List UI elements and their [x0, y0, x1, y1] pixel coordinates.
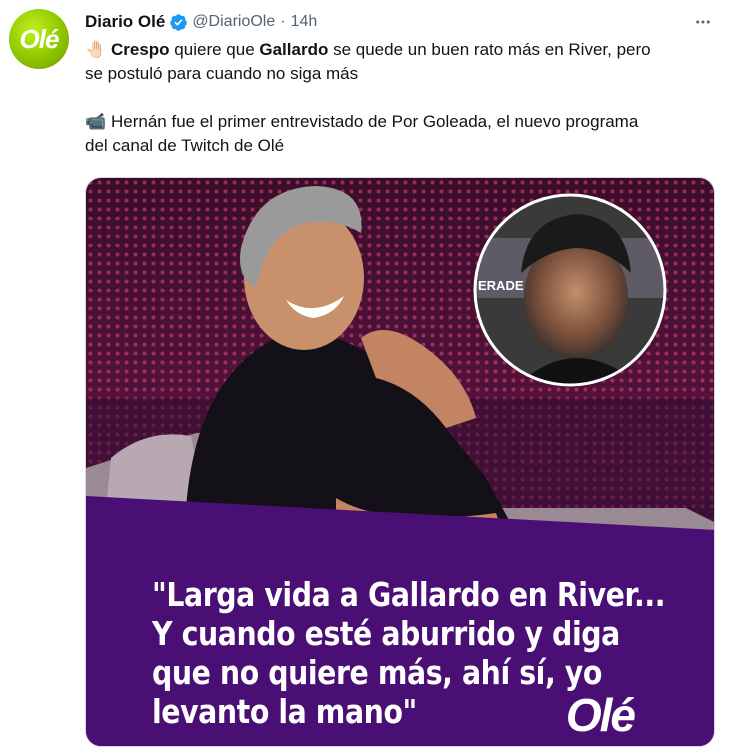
mention-gallardo: Gallardo	[259, 40, 329, 59]
raised-hand-emoji-icon: 🤚🏻	[85, 40, 107, 59]
more-horizontal-icon	[696, 20, 710, 24]
avatar-logo-text: Olé	[19, 23, 60, 54]
quote-text: "Larga vida a Gallardo en River... Y cua…	[152, 575, 666, 731]
tweet-text-line-1: 🤚🏻 Crespo quiere que Gallardo se quede un…	[85, 38, 715, 62]
author-name[interactable]: Diario Olé	[85, 12, 165, 32]
quote-line: "Larga vida a Gallardo en River...	[152, 575, 666, 614]
tweet-media-image[interactable]: ERADE "Larga vida a Gallardo en River...…	[85, 177, 715, 747]
tweet-text-line-3: 📹 Hernán fue el primer entrevistado de Po…	[85, 110, 715, 134]
tweet-text: 🤚🏻 Crespo quiere que Gallardo se quede un…	[85, 38, 715, 158]
mention-crespo: Crespo	[111, 40, 170, 59]
timestamp[interactable]: 14h	[291, 13, 318, 31]
inset-banner-text: ERADE	[478, 278, 524, 293]
text-fragment: quiere que	[169, 40, 260, 59]
text-fragment: Hernán fue el primer entrevistado de Por…	[111, 112, 639, 131]
tweet-text-line-2: se postuló para cuando no siga más	[85, 64, 359, 83]
more-options-button[interactable]	[693, 12, 713, 32]
quote-line: que no quiere más, ahí sí, yo	[152, 653, 602, 692]
quote-line: levanto la mano"	[152, 692, 417, 731]
video-camera-emoji-icon: 📹	[85, 112, 107, 131]
verified-badge-icon	[170, 13, 188, 31]
avatar[interactable]: Olé	[9, 9, 69, 69]
tweet-header: Diario Olé @DiarioOle · 14h	[85, 11, 317, 33]
author-handle[interactable]: @DiarioOle	[192, 13, 275, 31]
ole-logo: Olé	[565, 689, 636, 741]
tweet-text-line-4: del canal de Twitch de Olé	[85, 136, 285, 155]
text-fragment: se quede un buen rato más en River, pero	[328, 40, 651, 59]
quote-line: Y cuando esté aburrido y diga	[152, 614, 620, 653]
separator-dot: ·	[280, 13, 286, 30]
